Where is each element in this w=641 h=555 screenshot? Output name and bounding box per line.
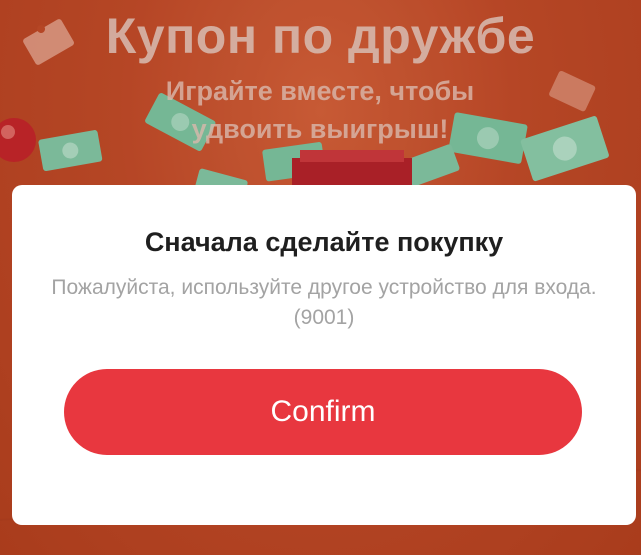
alert-dialog: Сначала сделайте покупку Пожалуйста, исп… [12, 185, 636, 525]
dialog-title: Сначала сделайте покупку [144, 227, 504, 257]
confirm-button[interactable]: Confirm [64, 369, 582, 455]
dialog-message: Пожалуйста, используйте другое устройств… [51, 276, 597, 329]
